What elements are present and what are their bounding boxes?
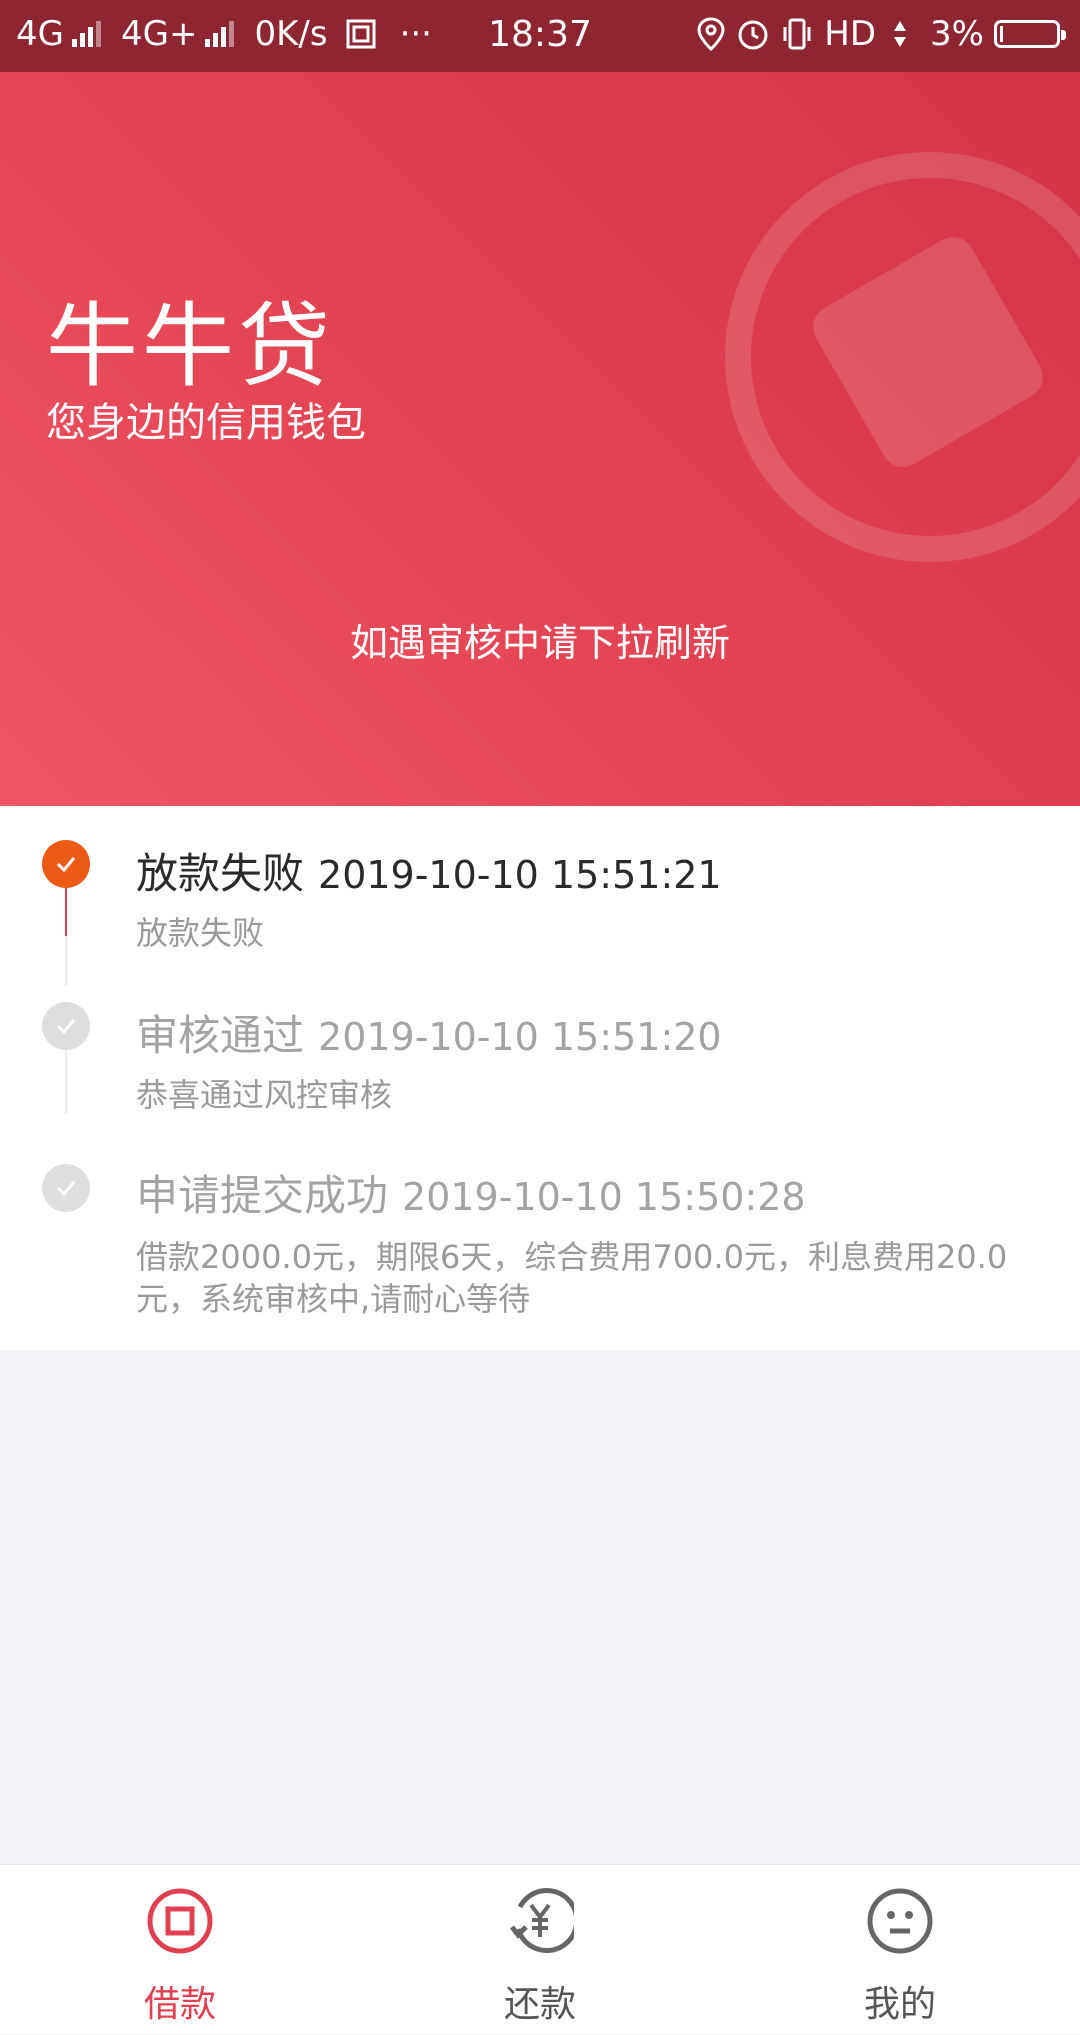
profile-icon xyxy=(867,1888,933,1954)
step-title: 放款失败 xyxy=(136,849,305,898)
step-time: 2019-10-10 15:50:28 xyxy=(402,1175,806,1219)
timeline-title-row: 放款失败 2019-10-10 15:51:21 xyxy=(136,840,722,901)
timeline-connector xyxy=(65,936,67,986)
tab-label: 我的 xyxy=(863,1984,936,2025)
loan-icon xyxy=(147,1888,213,1954)
tab-label: 还款 xyxy=(503,1984,576,2025)
tab-label: 借款 xyxy=(143,1984,216,2025)
timeline-title-row: 申请提交成功 2019-10-10 15:50:28 xyxy=(136,1162,806,1223)
check-icon xyxy=(42,840,90,888)
vibrate-icon xyxy=(783,18,811,50)
step-title: 审核通过 xyxy=(136,1011,305,1060)
repay-icon xyxy=(510,1888,574,1953)
brand-slogan: 您身边的信用钱包 xyxy=(46,400,366,446)
step-description: 放款失败 xyxy=(136,914,265,952)
brand-title: 牛牛贷 xyxy=(46,293,335,400)
loan-status-timeline: 放款失败 2019-10-10 15:51:21 放款失败 审核通过 2019-10… xyxy=(0,806,1080,1350)
step-description: 借款2000.0元，期限6天，综合费用700.0元，利息费用20.0元，系统审核… xyxy=(136,1238,1008,1318)
battery-percent: 3% xyxy=(930,14,984,54)
step-time: 2019-10-10 15:51:21 xyxy=(318,853,722,897)
bottom-tab-bar: 借款 还款 我的 xyxy=(0,1864,1080,2034)
battery-icon xyxy=(994,20,1066,48)
check-icon xyxy=(42,1164,90,1212)
step-time: 2019-10-10 15:51:20 xyxy=(318,1015,722,1059)
check-icon xyxy=(42,1002,90,1050)
timeline-title-row: 审核通过 2019-10-10 15:51:20 xyxy=(136,1002,722,1063)
status-bar: 4G 4G+ 0K/s ··· 18:37 HD 3% xyxy=(0,0,1080,72)
tab-repay[interactable]: 还款 xyxy=(360,1865,720,2035)
hero-banner: 牛牛贷 您身边的信用钱包 如遇审核中请下拉刷新 xyxy=(0,72,1080,806)
data-activity-icon xyxy=(894,21,907,47)
tab-profile[interactable]: 我的 xyxy=(720,1865,1080,2035)
status-right: HD 3% xyxy=(696,14,1066,54)
step-title: 申请提交成功 xyxy=(136,1171,389,1220)
location-icon xyxy=(697,17,725,51)
alarm-icon xyxy=(738,20,768,50)
refresh-hint: 如遇审核中请下拉刷新 xyxy=(349,621,730,665)
tab-loan[interactable]: 借款 xyxy=(0,1865,360,2035)
step-description: 恭喜通过风控审核 xyxy=(136,1076,393,1114)
hd-label: HD xyxy=(824,14,877,54)
